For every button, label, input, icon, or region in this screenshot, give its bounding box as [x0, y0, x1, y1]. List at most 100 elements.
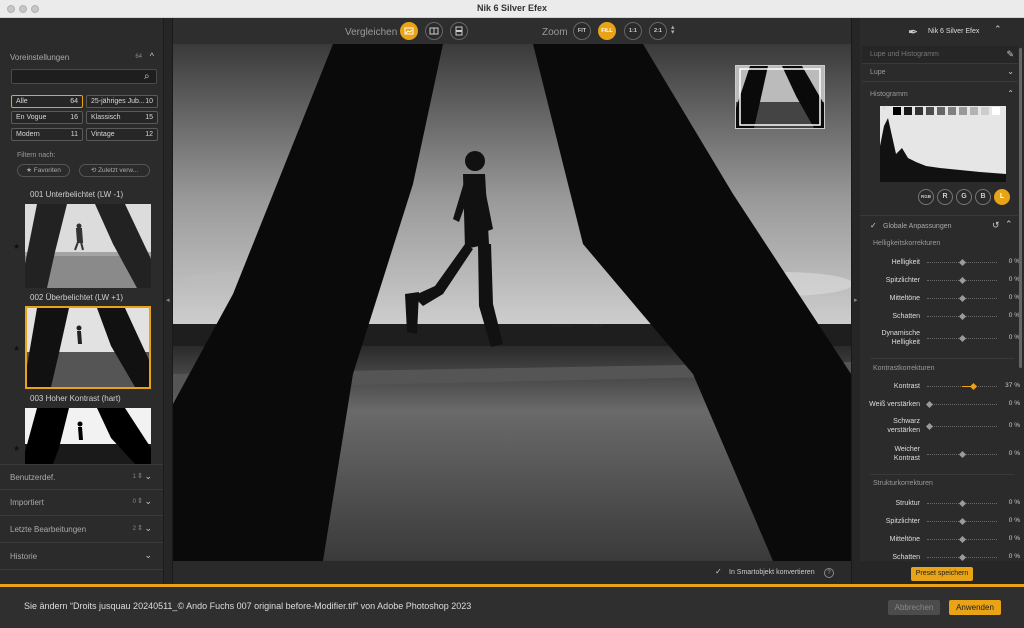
chevron-up-icon[interactable]: ⌃: [1007, 89, 1014, 98]
section-imported[interactable]: Importiert 0 ⇕ ⌄: [0, 490, 163, 516]
chevron-down-icon[interactable]: ⌄: [1007, 67, 1014, 76]
channel-rgb-button[interactable]: RGB: [918, 189, 934, 205]
chevron-down-icon[interactable]: ⌄: [144, 471, 152, 482]
zoom-fill-button[interactable]: FILL: [598, 22, 616, 40]
histogram-row[interactable]: Histogramm ⌃: [862, 86, 1018, 104]
zoom-fit-button[interactable]: FIT: [573, 22, 591, 40]
filter-favorites-button[interactable]: ★ Favoriten: [17, 164, 70, 177]
chevron-down-icon[interactable]: ⌄: [144, 496, 152, 507]
zoom-stepper-icon[interactable]: ▴ ▾: [671, 24, 675, 36]
weicher-kontrast-slider[interactable]: [927, 450, 997, 459]
panel-scrollbar[interactable]: [1019, 48, 1022, 368]
tone-swatch[interactable]: [948, 107, 956, 115]
channel-r-button[interactable]: R: [937, 189, 953, 205]
preset-thumbnail-selected[interactable]: [25, 306, 151, 389]
struktur-mitteltoene-slider[interactable]: [927, 535, 997, 544]
zoom-200-button[interactable]: 2:1: [649, 22, 667, 40]
slider-knob[interactable]: [958, 312, 966, 321]
struktur-slider[interactable]: [927, 499, 997, 508]
smart-object-checkbox[interactable]: ✓: [715, 567, 724, 576]
tone-swatch[interactable]: [926, 107, 934, 115]
right-panel-collapse-handle[interactable]: ▸: [851, 18, 860, 584]
spinner-icon[interactable]: ⇕: [137, 472, 143, 480]
filter-recent-button[interactable]: ⟲ Zuletzt verw...: [79, 164, 150, 177]
slider-knob[interactable]: [958, 294, 966, 303]
chevron-down-icon[interactable]: ⌄: [144, 550, 152, 561]
compare-single-icon[interactable]: [400, 22, 418, 40]
collapse-up-icon[interactable]: ⌃: [994, 24, 1002, 35]
kontrast-slider[interactable]: [927, 382, 997, 391]
slider-knob[interactable]: [958, 276, 966, 285]
weiss-verstaerken-slider[interactable]: [925, 400, 997, 409]
section-custom[interactable]: Benutzerdef. 1 ⇕ ⌄: [0, 464, 163, 490]
spitzlichter-slider[interactable]: [927, 276, 997, 285]
compare-split-icon[interactable]: [425, 22, 443, 40]
preset-search-input[interactable]: [11, 69, 157, 84]
slider-knob[interactable]: [925, 400, 934, 409]
category-anniversary-button[interactable]: 25-jähriges Jub... 10: [86, 95, 158, 108]
preview-image[interactable]: [173, 44, 851, 561]
loupe-histogram-header[interactable]: Lupe und Histogramm ✎: [862, 46, 1018, 64]
section-recent-edits[interactable]: Letzte Bearbeitungen 2 ⇕ ⌄: [0, 517, 163, 543]
apply-button[interactable]: Anwenden: [949, 600, 1001, 615]
slider-knob[interactable]: [958, 517, 966, 526]
chevron-up-icon[interactable]: ⌃: [1005, 219, 1013, 230]
pin-icon[interactable]: ✎: [1006, 49, 1014, 60]
slider-knob[interactable]: [958, 499, 966, 508]
favorite-star-icon[interactable]: ★: [13, 444, 20, 453]
preset-thumbnail[interactable]: [25, 408, 151, 464]
struktur-spitzlichter-slider[interactable]: [927, 517, 997, 526]
category-vintage-button[interactable]: Vintage 12: [86, 128, 158, 141]
category-all-button[interactable]: Alle 64: [11, 95, 83, 108]
reset-icon[interactable]: ↺: [992, 220, 1000, 231]
left-panel-collapse-handle[interactable]: ◂: [164, 18, 173, 584]
tone-swatch[interactable]: [893, 107, 901, 115]
section-history[interactable]: Historie ⌄: [0, 544, 163, 570]
tone-swatch[interactable]: [904, 107, 912, 115]
slider-knob[interactable]: [958, 258, 966, 267]
category-modern-button[interactable]: Modern 11: [11, 128, 83, 141]
schwarz-verstaerken-slider[interactable]: [925, 422, 997, 431]
slider-knob[interactable]: [958, 553, 966, 562]
channel-g-button[interactable]: G: [956, 189, 972, 205]
navigator-thumbnail[interactable]: [735, 65, 825, 129]
category-klassisch-button[interactable]: Klassisch 15: [86, 111, 158, 124]
mitteltoene-slider[interactable]: [927, 294, 997, 303]
dynamische-helligkeit-slider[interactable]: [927, 334, 997, 343]
presets-header[interactable]: Voreinstellungen 64 ^: [0, 44, 163, 68]
tone-swatch[interactable]: [937, 107, 945, 115]
collapse-right-icon[interactable]: ▸: [854, 296, 858, 304]
tone-swatch[interactable]: [992, 107, 1000, 115]
category-en-vogue-button[interactable]: En Vogue 16: [11, 111, 83, 124]
global-adjustments-checkbox[interactable]: ✓: [870, 221, 879, 230]
favorite-star-icon[interactable]: ★: [13, 344, 20, 353]
save-preset-button[interactable]: Preset speichern: [911, 567, 973, 581]
struktur-schatten-slider[interactable]: [927, 553, 997, 562]
spinner-icon[interactable]: ⇕: [137, 524, 143, 532]
favorite-star-icon[interactable]: ★: [13, 242, 20, 251]
channel-b-button[interactable]: B: [975, 189, 991, 205]
help-icon[interactable]: ?: [824, 568, 834, 578]
preset-title[interactable]: 002 Überbelichtet (LW +1): [30, 293, 123, 302]
loupe-row[interactable]: Lupe ⌄: [862, 64, 1018, 82]
channel-l-button[interactable]: L: [994, 189, 1010, 205]
slider-knob[interactable]: [958, 535, 966, 544]
tone-swatch[interactable]: [959, 107, 967, 115]
search-icon[interactable]: ⌕: [144, 71, 150, 82]
tone-swatch[interactable]: [915, 107, 923, 115]
spinner-icon[interactable]: ⇕: [137, 497, 143, 505]
schatten-slider[interactable]: [927, 312, 997, 321]
compare-side-icon[interactable]: [450, 22, 468, 40]
cancel-button[interactable]: Abbrechen: [888, 600, 940, 615]
chevron-down-icon[interactable]: ⌄: [144, 523, 152, 534]
preset-title[interactable]: 003 Hoher Kontrast (hart): [30, 394, 121, 403]
zoom-100-button[interactable]: 1:1: [624, 22, 642, 40]
chevron-up-icon[interactable]: ^: [150, 51, 154, 61]
tone-swatch[interactable]: [981, 107, 989, 115]
preset-title[interactable]: 001 Unterbelichtet (LW -1): [30, 190, 123, 199]
preset-thumbnail[interactable]: [25, 204, 151, 288]
collapse-left-icon[interactable]: ◂: [166, 296, 170, 304]
slider-knob[interactable]: [958, 334, 966, 343]
tone-swatch[interactable]: [970, 107, 978, 115]
helligkeit-slider[interactable]: [927, 258, 997, 267]
